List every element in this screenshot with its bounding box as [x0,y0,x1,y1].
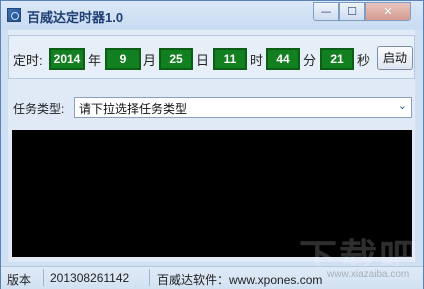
version-label: 版本 [7,273,32,287]
title-bar[interactable]: 百威达定时器1.0 — ☐ ✕ [1,1,423,29]
minute-field[interactable]: 44 [266,48,300,70]
status-divider [43,269,44,286]
app-icon [7,8,21,22]
second-unit: 秒 [357,53,371,68]
minimize-button[interactable]: — [313,2,339,21]
task-type-dropdown[interactable]: 请下拉选择任务类型 ⌄ [74,97,412,118]
month-unit: 月 [143,53,157,68]
second-field[interactable]: 21 [320,48,354,70]
window-title: 百威达定时器1.0 [27,10,124,25]
task-type-row: 任务类型: 请下拉选择任务类型 ⌄ [8,95,415,119]
day-unit: 日 [196,53,210,68]
timer-label: 定时: [13,53,43,68]
year-field[interactable]: 2014 [49,48,85,70]
status-divider [149,269,150,286]
version-number: 201308261142 [50,271,130,285]
year-unit: 年 [88,53,102,68]
task-type-value: 请下拉选择任务类型 [79,102,188,116]
maximize-button[interactable]: ☐ [339,2,365,21]
start-button[interactable]: 启动 [377,46,413,70]
task-type-label: 任务类型: [13,102,65,116]
hour-field[interactable]: 11 [213,48,247,70]
chevron-down-icon[interactable]: ⌄ [398,99,407,112]
minute-unit: 分 [303,53,317,68]
company-info: 百威达软件：www.xpones.com [157,273,323,287]
day-field[interactable]: 25 [159,48,193,70]
month-field[interactable]: 9 [105,48,141,70]
watermark-url: www.xiazaiba.com [327,269,410,280]
app-window: 百威达定时器1.0 — ☐ ✕ 定时: 2014 年 9 月 25 日 11 时… [0,0,424,289]
close-button[interactable]: ✕ [365,2,411,21]
hour-unit: 时 [250,53,264,68]
timer-group: 定时: 2014 年 9 月 25 日 11 时 44 分 21 秒 启动 [8,35,415,79]
